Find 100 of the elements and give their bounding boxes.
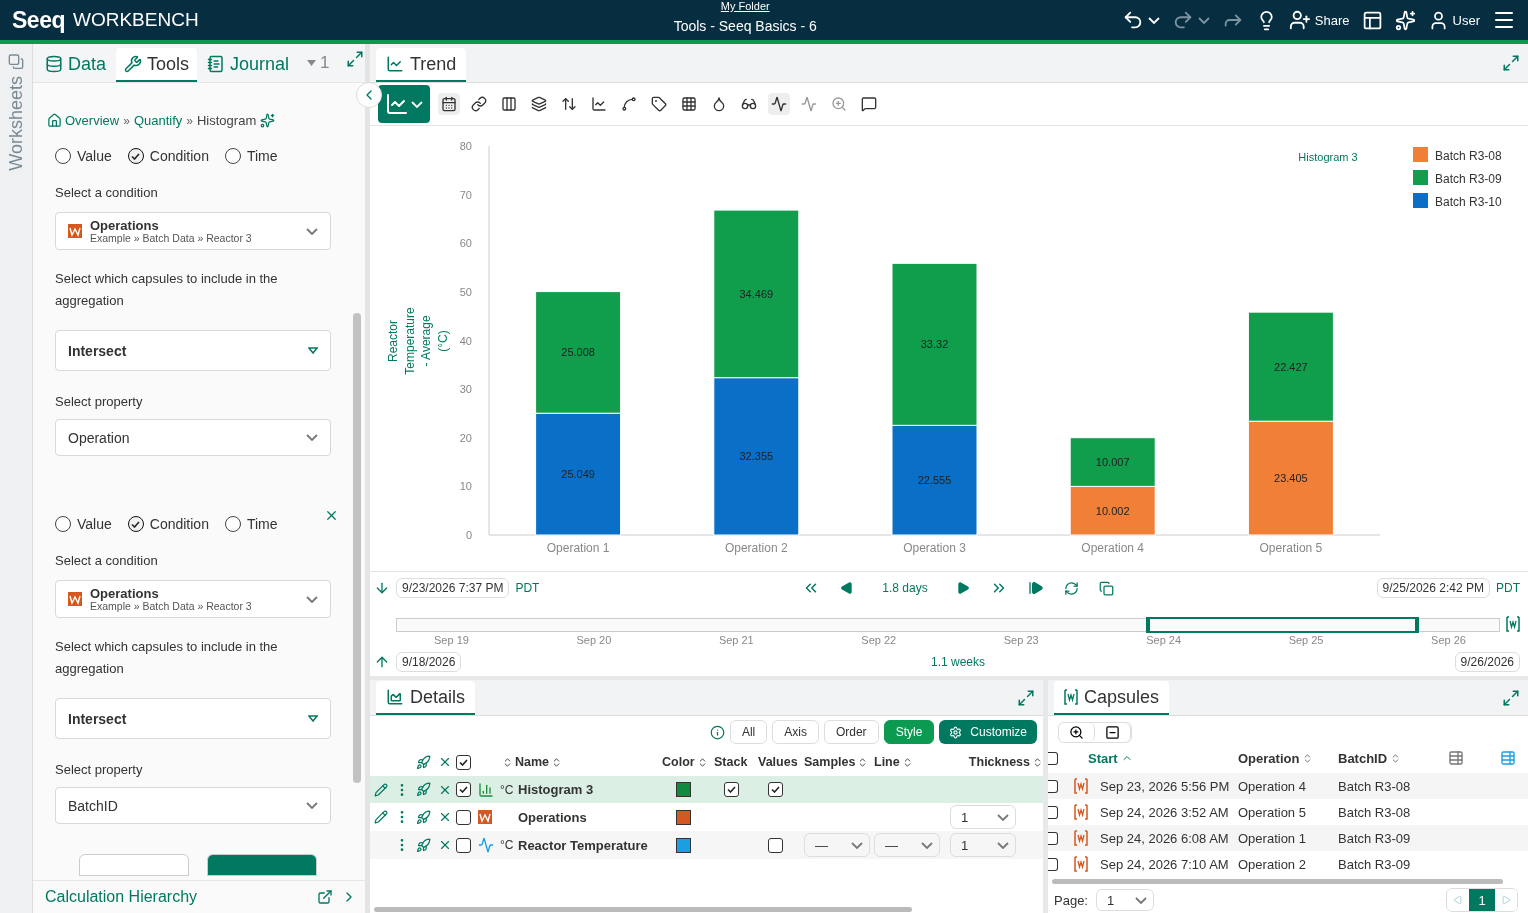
panel-tab[interactable]: Journal xyxy=(199,48,298,82)
rocket-icon[interactable] xyxy=(416,809,431,825)
end-time-field[interactable]: 9/25/2026 2:42 PM xyxy=(1376,578,1490,598)
edit-icon[interactable] xyxy=(374,810,388,824)
checkbox[interactable] xyxy=(1048,751,1058,765)
timezone-label[interactable]: PDT xyxy=(515,581,540,595)
radio-button[interactable] xyxy=(224,516,241,532)
radio-button[interactable] xyxy=(55,516,71,532)
radio-option[interactable]: Value xyxy=(55,516,112,532)
table-row[interactable]: Sep 24, 2026 7:10 AM Operation 2 Batch R3-09 xyxy=(1048,851,1528,877)
checkbox[interactable] xyxy=(456,837,471,853)
breadcrumb-link[interactable]: Overview xyxy=(47,113,120,128)
samples-select[interactable]: — xyxy=(804,833,870,857)
color-swatch[interactable] xyxy=(676,809,691,825)
expand-icon[interactable] xyxy=(1502,54,1520,72)
details-tab[interactable]: Details xyxy=(376,681,476,715)
column-header[interactable]: Start xyxy=(1088,750,1238,766)
condition-select[interactable]: Operations Example » Batch Data » Reactor 3 xyxy=(55,212,331,250)
column-header[interactable]: Values xyxy=(758,755,804,769)
radio-button[interactable] xyxy=(55,148,71,164)
filter-button[interactable]: All xyxy=(729,720,768,744)
range-selector[interactable] xyxy=(1146,617,1419,633)
user-button[interactable]: User xyxy=(1427,9,1480,31)
column-header[interactable]: Line xyxy=(874,755,950,769)
table-row[interactable]: Sep 24, 2026 3:52 AM Operation 5 Batch R3-08 xyxy=(1048,799,1528,825)
column-header[interactable]: Operation xyxy=(1238,750,1338,766)
radio-option[interactable]: Condition xyxy=(127,148,209,164)
start-time-field[interactable]: 9/23/2026 7:37 PM xyxy=(396,578,510,598)
table-row[interactable]: Sep 23, 2026 5:56 PM Operation 4 Batch R3-08 xyxy=(1048,773,1528,799)
back-icon[interactable] xyxy=(840,581,855,595)
radio-button[interactable] xyxy=(224,148,241,164)
remove-icon[interactable] xyxy=(438,810,452,824)
checkbox[interactable] xyxy=(456,782,471,797)
panel-tab[interactable]: Tools xyxy=(116,48,198,82)
layout-button[interactable] xyxy=(1361,9,1383,31)
external-link-icon[interactable] xyxy=(317,889,333,905)
radio-option[interactable]: Condition xyxy=(127,516,209,532)
checkbox[interactable] xyxy=(456,754,471,770)
rocket-icon[interactable] xyxy=(416,837,431,853)
line-select[interactable]: — xyxy=(874,833,940,857)
checkbox[interactable] xyxy=(768,782,783,797)
column-header[interactable]: Thickness xyxy=(950,755,1043,769)
share-button[interactable]: Share xyxy=(1288,9,1350,31)
thickness-select[interactable]: 1 xyxy=(950,833,1016,857)
rocket-icon[interactable] xyxy=(416,782,431,797)
signal-button[interactable] xyxy=(768,93,790,115)
sparkle-icon[interactable] xyxy=(260,113,276,128)
customize-button[interactable]: Customize xyxy=(939,720,1037,744)
filter-button[interactable]: Axis xyxy=(772,720,819,744)
capsule-icon[interactable] xyxy=(1506,616,1520,632)
info-icon[interactable] xyxy=(709,724,725,740)
calendar-button[interactable] xyxy=(438,93,460,115)
panel-button[interactable] xyxy=(207,854,317,876)
panel-tab[interactable]: Data xyxy=(37,48,115,82)
filter-button[interactable]: Style xyxy=(883,720,935,744)
table-row[interactable]: Sep 24, 2026 6:08 AM Operation 1 Batch R3-09 xyxy=(1048,825,1528,851)
column-header[interactable]: Name xyxy=(502,755,662,769)
capsule-mode-select[interactable]: Intersect xyxy=(55,330,331,371)
color-swatch[interactable] xyxy=(676,782,691,797)
condition-select[interactable]: Operations Example » Batch Data » Reactor 3 xyxy=(55,580,331,618)
radio-option[interactable]: Time xyxy=(224,516,278,532)
jump-to-end-icon[interactable] xyxy=(1027,580,1044,596)
rocket-icon[interactable] xyxy=(416,754,431,770)
overview-end-field[interactable]: 9/26/2026 xyxy=(1454,652,1520,672)
assistant-button[interactable] xyxy=(1394,9,1416,31)
radio-button[interactable] xyxy=(127,148,144,164)
overview-start-field[interactable]: 9/18/2026 xyxy=(396,652,462,672)
table-row[interactable]: °C Histogram 3 xyxy=(370,776,1043,803)
remove-icon[interactable] xyxy=(438,755,452,769)
capsules-tab[interactable]: Capsules xyxy=(1054,681,1170,715)
trend-tab[interactable]: Trend xyxy=(376,48,467,82)
expand-icon[interactable] xyxy=(345,50,364,68)
color-swatch[interactable] xyxy=(676,837,691,853)
edit-icon[interactable] xyxy=(374,782,388,797)
column-header[interactable]: Samples xyxy=(804,755,874,769)
checkbox[interactable] xyxy=(724,782,739,797)
zoom-button[interactable] xyxy=(1059,723,1095,742)
checkbox[interactable] xyxy=(456,809,471,825)
remove-icon[interactable] xyxy=(438,838,452,852)
radio-option[interactable]: Time xyxy=(224,148,278,164)
chart-mode-button[interactable] xyxy=(378,85,430,123)
add-column-icon[interactable] xyxy=(1448,750,1464,766)
page-select[interactable]: 1 xyxy=(1096,889,1154,911)
radio-button[interactable] xyxy=(127,516,144,532)
timezone-label[interactable]: PDT xyxy=(1496,581,1520,595)
column-settings-icon[interactable] xyxy=(1500,750,1516,766)
column-header[interactable]: Color xyxy=(662,755,714,769)
column-header[interactable]: BatchID xyxy=(1338,750,1448,766)
duration-label[interactable]: 1.8 days xyxy=(882,581,928,595)
checkbox[interactable] xyxy=(1048,857,1058,871)
checkbox[interactable] xyxy=(1048,779,1058,793)
breadcrumb-link[interactable]: Quantify xyxy=(133,113,183,128)
expand-icon[interactable] xyxy=(1017,688,1035,707)
property-select[interactable]: BatchID xyxy=(55,787,331,824)
folder-link[interactable]: My Folder xyxy=(720,0,770,12)
checkbox[interactable] xyxy=(768,837,783,853)
expand-icon[interactable] xyxy=(1502,688,1520,707)
table-row[interactable]: °C Reactor Temperature — — 1 xyxy=(370,831,1043,859)
property-select[interactable]: Operation xyxy=(55,419,331,456)
column-header[interactable]: Stack xyxy=(714,755,758,769)
